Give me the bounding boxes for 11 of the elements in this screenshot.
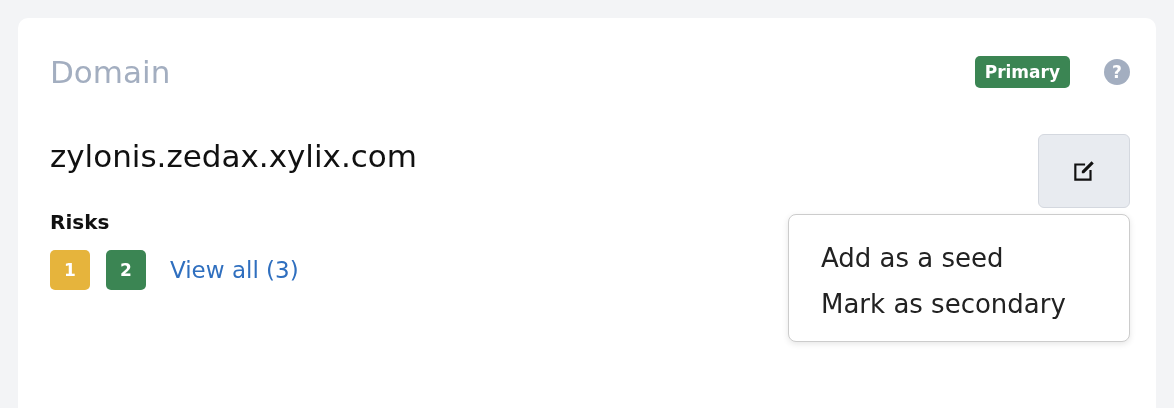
edit-icon [1071,158,1097,184]
risk-count-badge: 2 [106,250,146,290]
risks-label: Risks [50,210,110,234]
domain-name: zylonis.zedax.xylix.com [50,138,417,174]
menu-item[interactable]: Add as a seed [789,235,1129,281]
card-title: Domain [50,54,172,90]
edit-button[interactable] [1038,134,1130,208]
primary-badge: Primary [974,56,1070,88]
menu-item[interactable]: Mark as secondary [789,281,1129,327]
risk-count-badge: 1 [50,250,90,290]
view-all-link[interactable]: View all (3) [170,257,299,283]
